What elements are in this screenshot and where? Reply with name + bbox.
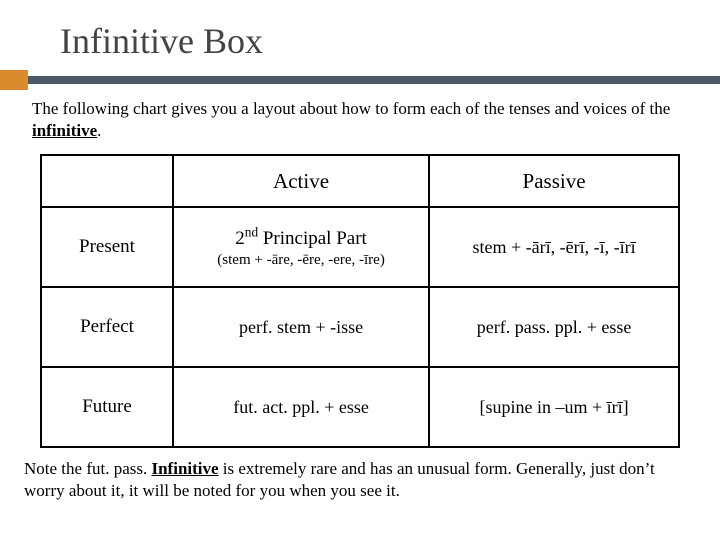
row-label-present: Present xyxy=(41,207,173,287)
table-row: Present 2nd Principal Part (stem + -āre,… xyxy=(41,207,679,287)
intro-keyword: infinitive xyxy=(32,121,97,140)
table-row: Perfect perf. stem + -isse perf. pass. p… xyxy=(41,287,679,367)
header-active: Active xyxy=(173,155,429,207)
intro-part-a: The following chart gives you a layout a… xyxy=(32,99,670,118)
row-label-perfect: Perfect xyxy=(41,287,173,367)
content: The following chart gives you a layout a… xyxy=(0,84,720,448)
cell-future-active: fut. act. ppl. + esse xyxy=(173,367,429,447)
cell-perfect-active: perf. stem + -isse xyxy=(173,287,429,367)
present-active-main: 2nd Principal Part xyxy=(235,228,367,249)
infinitive-table: Active Passive Present 2nd Principal Par… xyxy=(40,154,680,448)
header-passive: Passive xyxy=(429,155,679,207)
footnote: Note the fut. pass. Infinitive is extrem… xyxy=(0,448,720,502)
intro-part-c: . xyxy=(97,121,101,140)
table-header-row: Active Passive xyxy=(41,155,679,207)
cell-perfect-passive: perf. pass. ppl. + esse xyxy=(429,287,679,367)
cell-future-passive: [supine in –um + īrī] xyxy=(429,367,679,447)
header-blank xyxy=(41,155,173,207)
row-label-future: Future xyxy=(41,367,173,447)
note-keyword: Infinitive xyxy=(151,459,218,478)
title-area: Infinitive Box xyxy=(0,0,720,62)
intro-text: The following chart gives you a layout a… xyxy=(32,98,688,142)
cell-present-active: 2nd Principal Part (stem + -āre, -ēre, -… xyxy=(173,207,429,287)
cell-present-passive: stem + -ārī, -ērī, -ī, -īrī xyxy=(429,207,679,287)
accent-bar xyxy=(0,76,720,84)
page-title: Infinitive Box xyxy=(60,20,720,62)
note-part-a: Note the fut. pass. xyxy=(24,459,151,478)
present-active-sub: (stem + -āre, -ēre, -ere, -īre) xyxy=(180,252,422,269)
table-row: Future fut. act. ppl. + esse [supine in … xyxy=(41,367,679,447)
